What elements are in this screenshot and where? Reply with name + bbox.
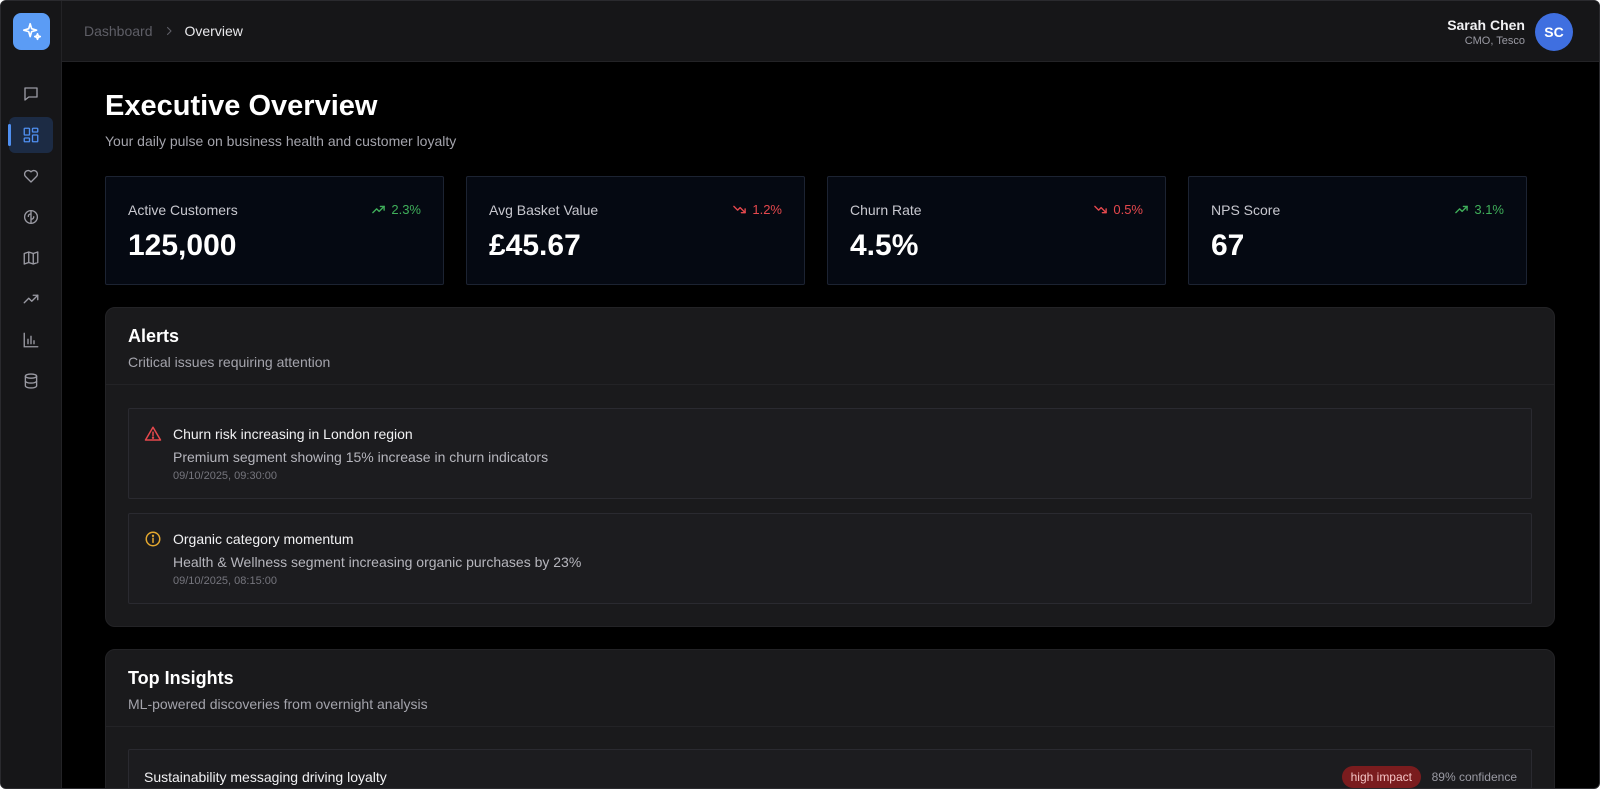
user-info: Sarah Chen CMO, Tesco bbox=[1447, 16, 1525, 48]
kpi-card-avg-basket[interactable]: Avg Basket Value 1.2% £45.67 bbox=[466, 176, 805, 285]
kpi-value: 67 bbox=[1211, 229, 1245, 262]
breadcrumb: Dashboard Overview bbox=[84, 23, 243, 39]
page-subtitle: Your daily pulse on business health and … bbox=[105, 133, 457, 149]
main-content: Executive Overview Your daily pulse on b… bbox=[105, 62, 1555, 788]
kpi-trend-value: 2.3% bbox=[391, 202, 421, 217]
kpi-trend: 3.1% bbox=[1454, 202, 1504, 217]
alert-timestamp: 09/10/2025, 08:15:00 bbox=[173, 575, 277, 587]
alert-description: Premium segment showing 15% increase in … bbox=[173, 449, 549, 465]
kpi-label: Avg Basket Value bbox=[489, 202, 599, 218]
alert-item[interactable]: Churn risk increasing in London region P… bbox=[128, 408, 1532, 499]
app-window: Dashboard Overview Sarah Chen CMO, Tesco… bbox=[0, 0, 1600, 789]
nav-intelligence[interactable] bbox=[9, 199, 53, 235]
kpi-label: NPS Score bbox=[1211, 202, 1281, 218]
nav-map[interactable] bbox=[9, 240, 53, 276]
bar-chart-icon bbox=[23, 332, 39, 348]
user-role: CMO, Tesco bbox=[1464, 35, 1525, 47]
map-icon bbox=[23, 251, 39, 265]
kpi-trend-value: 0.5% bbox=[1113, 202, 1143, 217]
trending-down-icon bbox=[1094, 205, 1108, 214]
alerts-card: Alerts Critical issues requiring attenti… bbox=[105, 307, 1555, 627]
dashboard-grid-icon bbox=[23, 127, 39, 143]
kpi-card-active-customers[interactable]: Active Customers 2.3% 125,000 bbox=[105, 176, 444, 285]
chat-icon bbox=[24, 87, 38, 101]
page-title: Executive Overview bbox=[105, 90, 378, 122]
trending-up-icon bbox=[372, 205, 386, 214]
chevron-right-icon bbox=[163, 25, 175, 37]
user-name: Sarah Chen bbox=[1447, 17, 1525, 33]
trending-up-icon bbox=[1455, 205, 1469, 214]
nav-dashboard[interactable] bbox=[8, 117, 53, 153]
nav-trends[interactable] bbox=[9, 281, 53, 317]
nav-analytics[interactable] bbox=[9, 322, 53, 358]
kpi-trend: 1.2% bbox=[732, 202, 782, 217]
divider bbox=[106, 726, 1554, 727]
nav-loyalty[interactable] bbox=[9, 158, 53, 194]
kpi-card-nps-score[interactable]: NPS Score 3.1% 67 bbox=[1188, 176, 1527, 285]
alert-title: Churn risk increasing in London region bbox=[173, 426, 413, 442]
kpi-label: Active Customers bbox=[128, 202, 238, 218]
divider bbox=[106, 384, 1554, 385]
insight-title: Sustainability messaging driving loyalty bbox=[144, 769, 387, 785]
kpi-trend-value: 1.2% bbox=[752, 202, 782, 217]
kpi-value: 125,000 bbox=[128, 229, 237, 262]
info-circle-icon bbox=[145, 531, 161, 547]
kpi-value: £45.67 bbox=[489, 229, 581, 262]
alerts-subtitle: Critical issues requiring attention bbox=[128, 354, 331, 370]
breadcrumb-current: Overview bbox=[184, 23, 243, 39]
alert-item[interactable]: Organic category momentum Health & Welln… bbox=[128, 513, 1532, 604]
kpi-trend: 2.3% bbox=[371, 202, 421, 217]
alert-title: Organic category momentum bbox=[173, 531, 354, 547]
insights-card: Top Insights ML-powered discoveries from… bbox=[105, 649, 1555, 788]
breadcrumb-root[interactable]: Dashboard bbox=[84, 23, 153, 39]
kpi-value: 4.5% bbox=[850, 229, 919, 262]
kpi-trend: 0.5% bbox=[1093, 202, 1143, 217]
insights-title: Top Insights bbox=[128, 668, 234, 688]
impact-badge: high impact bbox=[1341, 766, 1421, 788]
nav-chat[interactable] bbox=[9, 76, 53, 112]
trending-up-icon bbox=[23, 294, 39, 304]
sparkles-icon bbox=[22, 22, 41, 40]
heart-icon bbox=[23, 169, 39, 183]
kpi-trend-value: 3.1% bbox=[1474, 202, 1504, 217]
top-bar: Dashboard Overview Sarah Chen CMO, Tesco… bbox=[62, 1, 1599, 62]
alert-description: Health & Wellness segment increasing org… bbox=[173, 554, 582, 570]
avatar[interactable]: SC bbox=[1535, 13, 1573, 51]
database-icon bbox=[24, 373, 38, 389]
insight-item[interactable]: Sustainability messaging driving loyalty… bbox=[128, 749, 1532, 788]
kpi-label: Churn Rate bbox=[850, 202, 922, 218]
nav-data[interactable] bbox=[9, 363, 53, 399]
confidence-label: 89% confidence bbox=[1431, 770, 1517, 784]
user-menu[interactable]: Sarah Chen CMO, Tesco SC bbox=[1447, 13, 1573, 51]
kpi-card-churn-rate[interactable]: Churn Rate 0.5% 4.5% bbox=[827, 176, 1166, 285]
insights-subtitle: ML-powered discoveries from overnight an… bbox=[128, 696, 428, 712]
alerts-title: Alerts bbox=[128, 326, 180, 346]
sidebar bbox=[1, 1, 62, 788]
trending-down-icon bbox=[733, 205, 747, 214]
brain-icon bbox=[23, 209, 39, 225]
warning-triangle-icon bbox=[144, 426, 162, 441]
app-logo[interactable] bbox=[13, 13, 50, 50]
alert-timestamp: 09/10/2025, 09:30:00 bbox=[173, 470, 277, 482]
